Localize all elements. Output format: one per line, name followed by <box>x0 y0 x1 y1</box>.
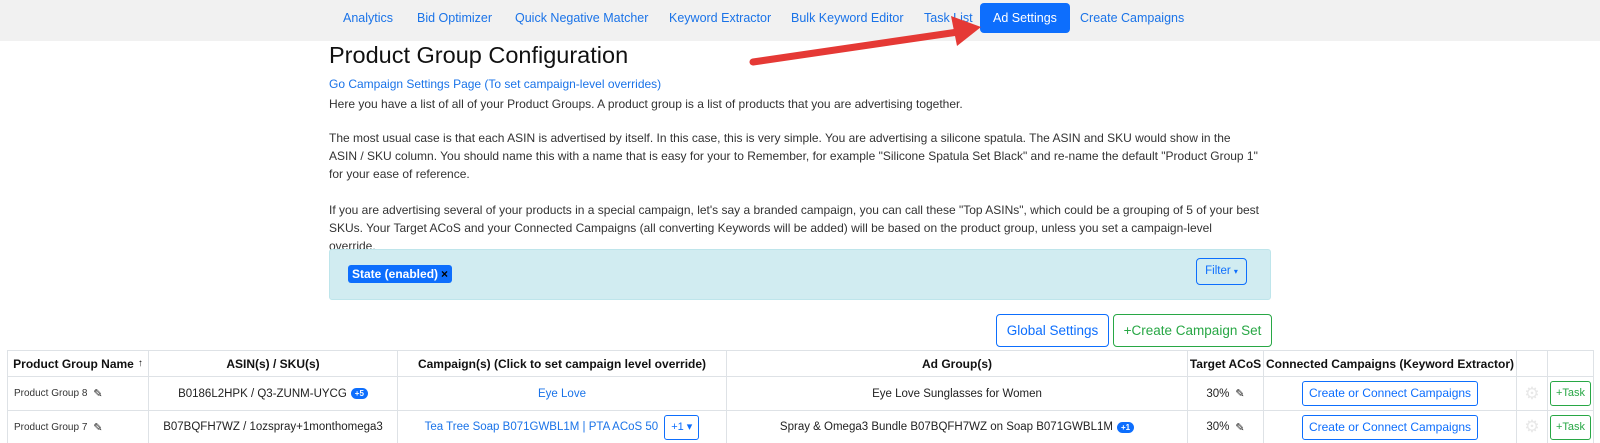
state-filter-chip: State (enabled) × <box>348 265 453 283</box>
table-row-name: Product Group 7 ✎ <box>7 410 148 443</box>
pencil-icon[interactable]: ✎ <box>1235 421 1244 434</box>
col-header-task <box>1547 350 1594 376</box>
create-connect-campaigns-button[interactable]: Create or Connect Campaigns <box>1301 414 1479 440</box>
global-settings-button[interactable]: Global Settings <box>996 314 1109 347</box>
target-acos-value: 30% <box>1206 421 1230 433</box>
add-task-button[interactable]: +Task <box>1549 381 1592 406</box>
more-campaigns-dropdown[interactable]: +1 ▾ <box>664 414 700 440</box>
table-row-connected: Create or Connect Campaigns <box>1263 410 1516 443</box>
target-acos-value: 30% <box>1206 387 1230 400</box>
table-row-asin: B07BQFH7WZ / 1ozspray+1monthomega3 <box>148 410 397 443</box>
table-row-ad-group: Spray & Omega3 Bundle B07BQFH7WZ on Soap… <box>726 410 1187 443</box>
nav-quick-negative-matcher[interactable]: Quick Negative Matcher <box>515 0 648 33</box>
top-nav: Analytics Bid Optimizer Quick Negative M… <box>0 0 1600 41</box>
intro-paragraph: Here you have a list of all of your Prod… <box>329 97 963 111</box>
single-asin-paragraph: The most usual case is that each ASIN is… <box>329 131 1258 181</box>
campaign-settings-link[interactable]: Go Campaign Settings Page (To set campai… <box>329 77 661 91</box>
col-header-campaigns: Campaign(s) (Click to set campaign level… <box>397 350 726 376</box>
add-task-button[interactable]: +Task <box>1549 414 1592 440</box>
create-campaign-set-button[interactable]: +Create Campaign Set <box>1113 314 1272 347</box>
asin-count-badge[interactable]: +5 <box>350 388 368 399</box>
nav-analytics[interactable]: Analytics <box>343 0 393 33</box>
nav-ad-settings[interactable]: Ad Settings <box>980 3 1070 33</box>
create-connect-campaigns-button[interactable]: Create or Connect Campaigns <box>1301 381 1479 406</box>
sort-asc-icon: ↑ <box>137 358 143 369</box>
filter-button[interactable]: Filter ▾ <box>1196 258 1247 285</box>
caret-down-icon: ▾ <box>1233 267 1238 276</box>
nav-bid-optimizer[interactable]: Bid Optimizer <box>417 0 492 33</box>
col-header-asin: ASIN(s) / SKU(s) <box>148 350 397 376</box>
col-header-ad-groups: Ad Group(s) <box>726 350 1187 376</box>
asin-sku-text: B0186L2HPK / Q3-ZUNM-UYCG <box>178 387 347 400</box>
table-row-campaign: Eye Love <box>397 376 726 410</box>
pencil-icon[interactable]: ✎ <box>93 421 102 434</box>
nav-bulk-keyword-editor[interactable]: Bulk Keyword Editor <box>791 0 904 33</box>
table-row-acos: 30% ✎ <box>1187 410 1263 443</box>
col-header-name-label: Product Group Name <box>13 356 134 371</box>
multi-asin-paragraph: If you are advertising several of your p… <box>329 203 1259 253</box>
product-group-name: Product Group 8 <box>14 388 88 399</box>
pencil-icon[interactable]: ✎ <box>93 387 102 400</box>
gear-icon[interactable]: ⚙ <box>1524 384 1539 404</box>
col-header-target-acos: Target ACoS <box>1187 350 1263 376</box>
remove-filter-icon[interactable]: × <box>441 267 448 281</box>
table-row-asin: B0186L2HPK / Q3-ZUNM-UYCG +5 <box>148 376 397 410</box>
nav-keyword-extractor[interactable]: Keyword Extractor <box>669 0 771 33</box>
table-row-settings: ⚙ <box>1516 376 1547 410</box>
table-row-name: Product Group 8 ✎ <box>7 376 148 410</box>
pencil-icon[interactable]: ✎ <box>1235 387 1244 400</box>
table-row-campaign: Tea Tree Soap B071GWBL1M | PTA ACoS 50 +… <box>397 410 726 443</box>
gear-icon[interactable]: ⚙ <box>1524 417 1539 437</box>
table-row-settings: ⚙ <box>1516 410 1547 443</box>
nav-task-list[interactable]: Task List <box>924 0 973 33</box>
page-title: Product Group Configuration <box>329 42 629 68</box>
table-row-task: +Task <box>1547 376 1594 410</box>
filter-bar: State (enabled) × Filter ▾ <box>329 249 1271 300</box>
ad-group-text: Spray & Omega3 Bundle B07BQFH7WZ on Soap… <box>779 421 1113 433</box>
nav-create-campaigns[interactable]: Create Campaigns <box>1080 0 1184 33</box>
campaign-link[interactable]: Tea Tree Soap B071GWBL1M | PTA ACoS 50 <box>425 421 659 433</box>
product-group-name: Product Group 7 <box>14 421 88 433</box>
filter-button-label: Filter <box>1205 265 1231 277</box>
state-filter-label: State (enabled) <box>352 267 439 281</box>
ad-group-count-badge[interactable]: +1 <box>1116 421 1135 433</box>
col-header-connected: Connected Campaigns (Keyword Extractor) <box>1263 350 1516 376</box>
col-header-settings <box>1516 350 1547 376</box>
col-header-name[interactable]: Product Group Name ↑ <box>7 350 148 376</box>
asin-sku-text: B07BQFH7WZ / 1ozspray+1monthomega3 <box>163 421 383 433</box>
table-row-ad-group: Eye Love Sunglasses for Women <box>726 376 1187 410</box>
table-row-task: +Task <box>1547 410 1594 443</box>
table-row-connected: Create or Connect Campaigns <box>1263 376 1516 410</box>
product-groups-table: Product Group Name ↑ ASIN(s) / SKU(s) Cam… <box>7 350 1594 443</box>
table-row-acos: 30% ✎ <box>1187 376 1263 410</box>
campaign-link[interactable]: Eye Love <box>538 388 586 400</box>
